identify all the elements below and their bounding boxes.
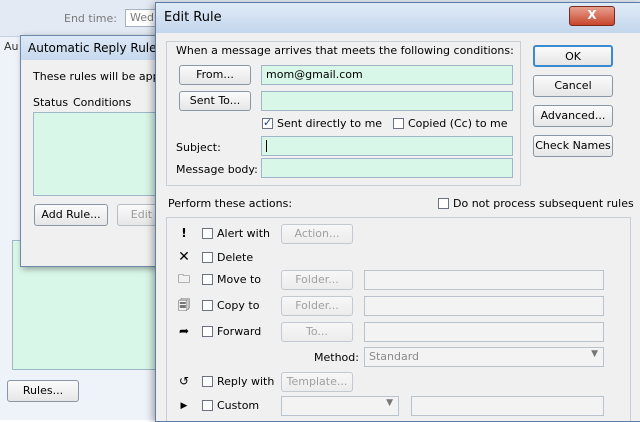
from-button[interactable]: From... [179,65,251,85]
end-time-label: End time: [64,12,117,25]
method-value: Standard [369,350,420,363]
message-body-label: Message body: [176,163,258,176]
forward-to-button[interactable]: To... [281,322,353,342]
check-names-button[interactable]: Check Names [533,135,613,157]
forward-label: Forward [217,325,262,338]
ok-button[interactable]: OK [533,45,613,67]
reply-label: Reply with [217,375,275,388]
reply-checkbox[interactable] [202,376,213,387]
move-folder-button[interactable]: Folder... [281,270,353,290]
delete-checkbox[interactable] [202,252,213,263]
edit-rule-dialog: Edit Rule X When a message arrives that … [155,2,640,422]
forward-checkbox[interactable] [202,326,213,337]
auto-reply-description: These rules will be applie [33,70,173,83]
reply-icon: ↺ [178,374,190,388]
move-label: Move to [217,273,262,286]
message-body-field[interactable] [261,158,513,178]
alert-label: Alert with [217,227,271,240]
copied-checkbox[interactable] [393,118,404,129]
actions-label: Perform these actions: [168,197,293,210]
copied-label: Copied (Cc) to me [408,117,508,130]
alert-checkbox[interactable] [202,228,213,239]
close-icon[interactable]: X [569,6,615,26]
cancel-button[interactable]: Cancel [533,75,613,97]
custom-field[interactable] [411,396,604,416]
text-cursor [266,140,267,152]
advanced-button[interactable]: Advanced... [533,105,613,127]
background-partial-label: Au [4,40,19,53]
custom-select[interactable]: ▼ [281,396,399,416]
close-label: X [587,8,597,22]
dropdown-arrow-icon: ▼ [591,349,598,359]
forward-to-field[interactable] [364,322,604,342]
sent-directly-checkbox[interactable] [262,116,273,129]
exclamation-icon: ! [181,226,187,240]
column-conditions[interactable]: Conditions [73,96,131,109]
sent-directly-label: Sent directly to me [277,117,383,130]
subject-label: Subject: [176,141,221,154]
custom-arrow-icon: ▶ [180,401,188,411]
delete-x-icon: ✕ [178,249,190,265]
method-label: Method: [314,351,359,364]
move-folder-field[interactable] [364,270,604,290]
actions-group [166,217,631,421]
copy-folder-icon: 🗐 [178,298,190,312]
template-button[interactable]: Template... [281,372,353,392]
edit-rule-title: Edit Rule [156,3,640,33]
forward-icon: ➦ [178,324,190,338]
from-field[interactable]: mom@gmail.com [261,65,513,85]
do-not-process-label: Do not process subsequent rules [453,197,634,210]
dropdown-arrow-icon: ▼ [386,398,393,408]
custom-checkbox[interactable] [202,400,213,411]
custom-label: Custom [217,399,260,412]
sent-to-field[interactable] [261,91,513,111]
copy-label: Copy to [217,299,260,312]
move-checkbox[interactable] [202,274,213,285]
action-button[interactable]: Action... [281,224,353,244]
sent-to-button[interactable]: Sent To... [179,91,251,111]
delete-label: Delete [217,251,254,264]
rules-button[interactable]: Rules... [7,380,79,402]
copy-checkbox[interactable] [202,300,213,311]
column-status[interactable]: Status [33,96,68,109]
copy-folder-field[interactable] [364,296,604,316]
subject-field[interactable] [261,136,513,156]
conditions-label: When a message arrives that meets the fo… [176,44,514,57]
add-rule-button[interactable]: Add Rule... [34,204,108,226]
move-folder-icon: 🗀 [177,272,190,286]
do-not-process-checkbox[interactable] [438,198,449,209]
method-select[interactable]: Standard ▼ [364,347,604,367]
copy-folder-button[interactable]: Folder... [281,296,353,316]
